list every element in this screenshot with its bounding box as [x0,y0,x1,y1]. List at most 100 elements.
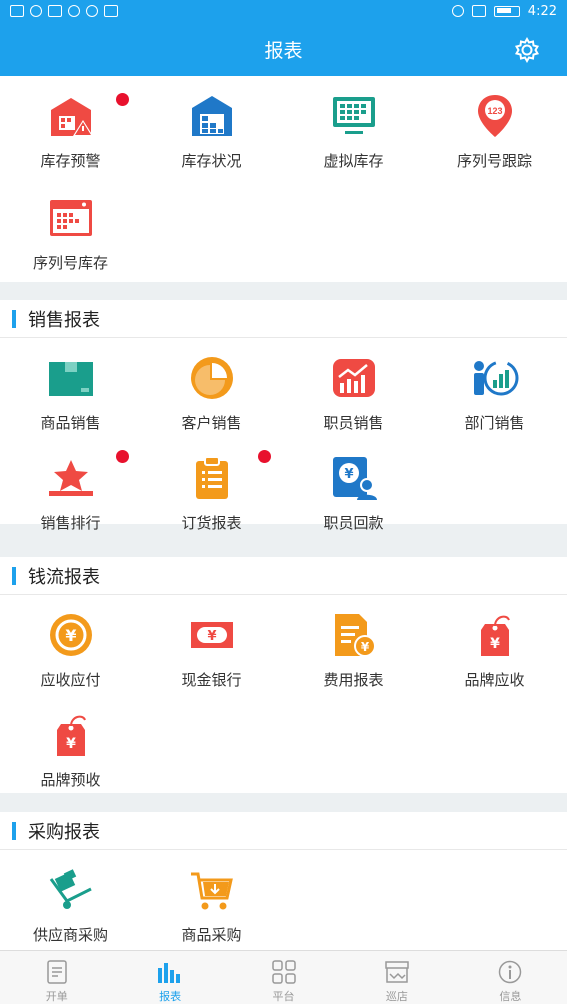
grid-icon [271,959,297,984]
serial-tracking-item[interactable]: 123 序列号跟踪 [424,76,565,176]
virtual-inventory-item[interactable]: 虚拟库存 [283,76,424,176]
item-label: 应收应付 [40,671,101,689]
tab-label: 报表 [159,990,182,1003]
item-label: 客户销售 [181,414,242,432]
item-label: 库存状况 [181,152,242,170]
tab-reports[interactable]: 报表 [113,951,226,1004]
item-label: 商品销售 [40,414,101,432]
tab-messages[interactable]: 信息 [454,951,567,1004]
notification-badge [258,450,271,463]
app-header: 报表 [0,22,567,76]
clipboard-icon [188,454,236,502]
staff-payment-icon: ¥ [330,454,378,502]
location-icon [451,5,464,17]
section-header: 采购报表 [0,812,567,850]
yen-tag-icon: ¥ [471,611,519,659]
cart-icon [188,866,236,914]
document-icon [44,959,70,984]
svg-text:¥: ¥ [344,467,353,482]
item-label: 商品采购 [181,926,242,944]
tab-label: 平台 [272,990,295,1003]
inventory-status-item[interactable]: 库存状况 [141,76,282,176]
item-label: 库存预警 [40,152,101,170]
status-icons-left [10,5,118,17]
item-label: 费用报表 [323,671,384,689]
clock: 4:22 [527,3,557,19]
product-purchase-item[interactable]: 商品采购 [141,850,282,950]
cashflow-section: 钱流报表 ¥ 应收应付 ¥ 现金银行 ¥ 费用报表 ¥ 品牌应收 ¥ 品牌预收 [0,557,567,793]
browser-grid-icon [47,194,95,242]
item-label: 职员回款 [323,514,384,532]
warehouse-warning-icon [47,92,95,140]
item-label: 部门销售 [464,414,525,432]
tab-billing[interactable]: 开单 [0,951,113,1004]
customer-sales-item[interactable]: 客户销售 [141,338,282,438]
item-label: 职员销售 [323,414,384,432]
box-icon [47,354,95,402]
tab-label: 信息 [499,990,522,1003]
cash-bank-item[interactable]: ¥ 现金银行 [141,595,282,695]
section-accent-bar [12,821,16,840]
tab-store-patrol[interactable]: 巡店 [340,951,453,1004]
shield-icon [86,5,98,17]
bar-chart-icon [157,959,183,984]
notification-icon [10,5,24,17]
section-title: 采购报表 [28,821,100,843]
item-label: 品牌预收 [40,771,101,789]
yen-coin-icon: ¥ [47,611,95,659]
svg-text:¥: ¥ [65,626,76,645]
warehouse-status-icon [188,92,236,140]
notification-badge [116,450,129,463]
monitor-grid-icon [330,92,378,140]
item-label: 供应商采购 [32,926,108,944]
section-accent-bar [12,566,16,585]
store-icon [384,959,410,984]
receivable-payable-item[interactable]: ¥ 应收应付 [0,595,141,695]
growth-chart-icon [330,354,378,402]
inventory-warning-item[interactable]: 库存预警 [0,76,141,176]
svg-text:123: 123 [487,106,502,116]
star-podium-icon [47,454,95,502]
battery-icon [493,5,520,17]
expense-report-item[interactable]: ¥ 费用报表 [283,595,424,695]
staff-payment-item[interactable]: ¥ 职员回款 [283,438,424,538]
brand-advance-item[interactable]: ¥ 品牌预收 [0,695,141,795]
bottom-tab-bar: 开单 报表 平台 巡店 信息 [0,950,567,1004]
section-header: 钱流报表 [0,557,567,595]
svg-text:¥: ¥ [207,629,216,644]
item-label: 序列号跟踪 [456,152,532,170]
globe-icon [68,5,80,17]
supplier-purchase-item[interactable]: 供应商采购 [0,850,141,950]
banknote-icon: ¥ [188,611,236,659]
item-label: 虚拟库存 [323,152,384,170]
brand-receivable-item[interactable]: ¥ 品牌应收 [424,595,565,695]
item-label: 订货报表 [181,514,242,532]
item-label: 序列号库存 [32,254,108,272]
item-label: 销售排行 [40,514,101,532]
pie-chart-icon [188,354,236,402]
staff-sales-item[interactable]: 职员销售 [283,338,424,438]
status-bar: 4:22 [0,0,567,22]
sales-section: 销售报表 商品销售 客户销售 职员销售 部门销售 销售排行 订货报表 ¥ 职员回… [0,300,567,532]
section-header: 销售报表 [0,300,567,338]
expense-doc-icon: ¥ [330,611,378,659]
tab-label: 开单 [45,990,68,1003]
svg-text:¥: ¥ [490,636,500,652]
vibrate-icon [471,5,486,17]
serial-inventory-item[interactable]: 序列号库存 [0,178,141,278]
svg-text:¥: ¥ [360,640,369,654]
section-title: 销售报表 [28,309,100,331]
item-label: 现金银行 [181,671,242,689]
wifi-icon [30,5,42,17]
handtruck-icon [47,866,95,914]
product-sales-item[interactable]: 商品销售 [0,338,141,438]
section-accent-bar [12,309,16,328]
message-icon [48,5,62,17]
notification-badge [116,93,129,106]
purchase-section: 采购报表 供应商采购 商品采购 [0,812,567,950]
department-sales-item[interactable]: 部门销售 [424,338,565,438]
yen-tag-icon: ¥ [47,711,95,759]
department-chart-icon [471,354,519,402]
gear-icon[interactable] [513,36,541,64]
tab-platform[interactable]: 平台 [227,951,340,1004]
